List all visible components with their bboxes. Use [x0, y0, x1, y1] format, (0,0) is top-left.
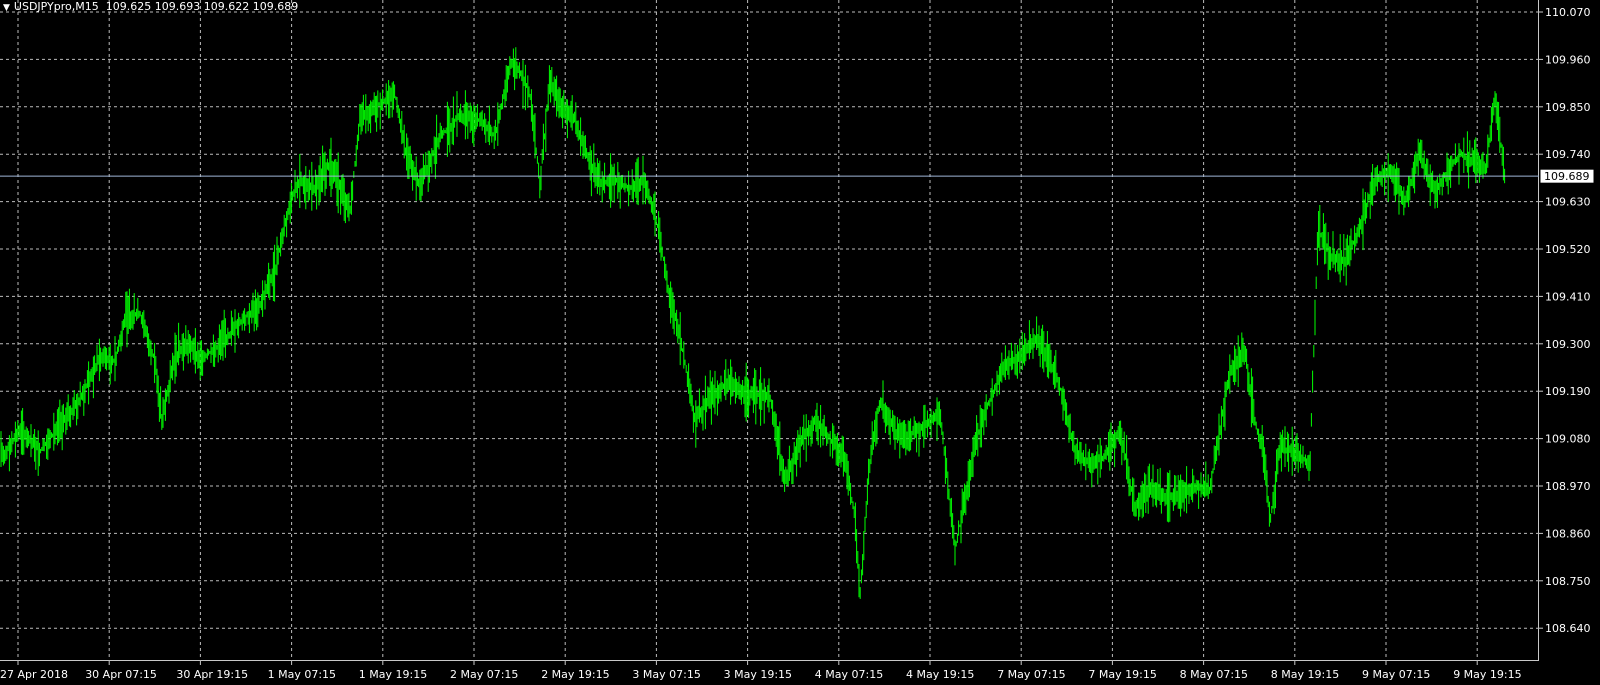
time-tick-label: 3 May 07:15: [632, 668, 700, 681]
time-tick-label: 8 May 19:15: [1271, 668, 1339, 681]
price-tick-label: 108.970: [1545, 480, 1591, 493]
price-bars: [0, 47, 1506, 599]
time-tick-label: 4 May 07:15: [815, 668, 883, 681]
time-tick-label: 3 May 19:15: [724, 668, 792, 681]
time-tick-label: 9 May 07:15: [1362, 668, 1430, 681]
price-tick-label: 109.850: [1545, 101, 1591, 114]
time-tick-label: 4 May 19:15: [906, 668, 974, 681]
price-tick-label: 109.960: [1545, 53, 1591, 66]
time-tick-label: 1 May 19:15: [359, 668, 427, 681]
time-tick-label: 7 May 19:15: [1088, 668, 1156, 681]
time-tick-label: 1 May 07:15: [268, 668, 336, 681]
price-tick-label: 109.190: [1545, 385, 1591, 398]
price-tick-label: 110.070: [1545, 6, 1591, 19]
time-tick-label: 9 May 19:15: [1453, 668, 1521, 681]
price-tick-label: 108.640: [1545, 622, 1591, 635]
price-tick-label: 109.520: [1545, 243, 1591, 256]
time-tick-label: 7 May 07:15: [997, 668, 1065, 681]
price-tick-label: 109.630: [1545, 196, 1591, 209]
current-price-label: 109.689: [1544, 170, 1590, 183]
price-tick-label: 108.860: [1545, 527, 1591, 540]
price-chart[interactable]: 109.689 110.070 109.960 109.850 109.740 109.…: [0, 0, 1600, 685]
price-tick-label: 108.750: [1545, 575, 1591, 588]
current-price-line: 109.689: [0, 168, 1595, 184]
symbol-timeframe: USDJPYpro,M15: [13, 0, 99, 13]
price-tick-label: 109.300: [1545, 338, 1591, 351]
price-tick-label: 109.410: [1545, 290, 1591, 303]
chart-window[interactable]: 109.689 110.070 109.960 109.850 109.740 109.…: [0, 0, 1600, 685]
ohlc-values: 109.625 109.693 109.622 109.689: [105, 0, 299, 13]
time-tick-label: 30 Apr 07:15: [85, 668, 157, 681]
time-tick-label: 2 May 19:15: [541, 668, 609, 681]
chart-header: ▼ USDJPYpro,M15 109.625 109.693 109.622 1…: [3, 1, 298, 14]
time-tick-label: 8 May 07:15: [1180, 668, 1248, 681]
dropdown-triangle-icon[interactable]: ▼: [3, 3, 10, 13]
price-tick-label: 109.740: [1545, 148, 1591, 161]
time-tick-label: 27 Apr 2018: [0, 668, 68, 681]
grid-lines: [0, 0, 1539, 661]
time-tick-label: 2 May 07:15: [450, 668, 518, 681]
price-tick-label: 109.080: [1545, 433, 1591, 446]
time-tick-label: 30 Apr 19:15: [176, 668, 248, 681]
